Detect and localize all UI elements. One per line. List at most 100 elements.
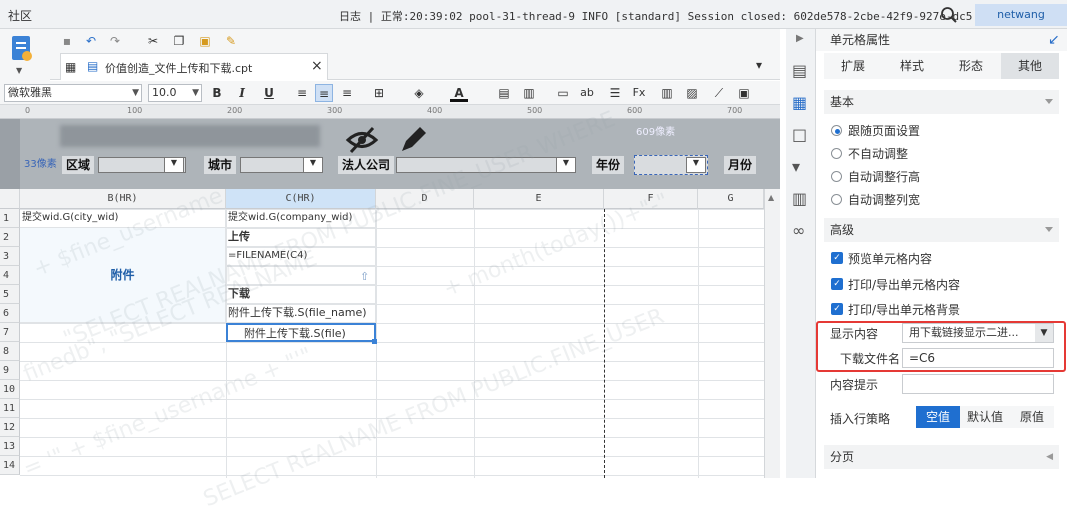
tab-other[interactable]: 其他 (1001, 53, 1059, 79)
cell-c1[interactable]: 提交wid.G(company_wid) (226, 209, 376, 228)
italic-button[interactable]: I (233, 84, 251, 102)
row-header[interactable]: 1 (0, 209, 20, 228)
column-header-c[interactable]: C(HR) (226, 189, 376, 209)
widget-icon[interactable]: ▾ (792, 157, 800, 176)
row-header[interactable]: 7 (0, 323, 20, 342)
font-color-icon[interactable]: A (450, 84, 468, 102)
checkbox-print-background[interactable]: ✓ (831, 303, 843, 315)
insert-option-default[interactable]: 默认值 (962, 406, 1008, 428)
format-painter-icon[interactable]: ✎ (222, 32, 240, 50)
condition-icon[interactable]: □ (792, 125, 807, 144)
fill-color-icon[interactable]: ◈ (410, 84, 428, 102)
column-header-b[interactable]: B(HR) (20, 189, 226, 209)
underline-button[interactable]: U (260, 84, 278, 102)
paste-icon[interactable]: ▣ (196, 32, 214, 50)
align-left-icon[interactable]: ≡ (293, 84, 311, 102)
cell-c4[interactable]: ⇧ (226, 266, 376, 285)
eye-hidden-icon[interactable] (345, 125, 379, 155)
row-header[interactable]: 12 (0, 418, 20, 437)
section-paging[interactable]: 分页 ◀ (824, 445, 1059, 469)
hyperlink-icon[interactable]: ∞ (792, 221, 805, 240)
bold-button[interactable]: B (208, 84, 226, 102)
chevron-down-icon[interactable]: ▼ (686, 157, 706, 173)
section-advanced[interactable]: 高级 (824, 218, 1059, 242)
cell-b-merged[interactable]: 附件 (20, 228, 226, 323)
row-header[interactable]: 3 (0, 247, 20, 266)
radio-follow-page[interactable] (831, 125, 842, 136)
radio-no-adjust[interactable] (831, 148, 842, 159)
section-basic[interactable]: 基本 (824, 90, 1059, 114)
redo-icon[interactable]: ↷ (106, 32, 124, 50)
align-right-icon[interactable]: ≡ (338, 84, 356, 102)
border-icon[interactable]: ⊞ (370, 84, 388, 102)
fill-handle[interactable] (372, 339, 377, 344)
row-header[interactable]: 14 (0, 456, 20, 475)
textbox-icon[interactable]: ▭ (554, 84, 572, 102)
corner-header[interactable] (0, 189, 20, 209)
font-size-select[interactable]: 10.0 ▼ (148, 84, 202, 102)
new-report-icon[interactable] (10, 34, 34, 64)
formula-icon[interactable]: Fx (630, 84, 648, 102)
chevron-right-icon[interactable]: ▶ (796, 33, 804, 44)
chevron-down-icon[interactable]: ▼ (303, 157, 323, 173)
save-icon[interactable]: ▪ (58, 32, 76, 50)
chevron-down-icon[interactable]: ▼ (16, 66, 22, 75)
row-header[interactable]: 8 (0, 342, 20, 361)
copy-icon[interactable]: ❐ (170, 32, 188, 50)
checkbox-print-content[interactable]: ✓ (831, 278, 843, 290)
cut-icon[interactable]: ✂ (144, 32, 162, 50)
slash-icon[interactable]: ⟋ (710, 84, 728, 102)
checkbox-preview[interactable]: ✓ (831, 252, 843, 264)
chevron-down-icon[interactable]: ▼ (556, 157, 576, 173)
radio-auto-col[interactable] (831, 194, 842, 205)
column-header-f[interactable]: F (604, 189, 698, 209)
window-menu-icon[interactable]: ▾ (756, 58, 762, 72)
cell-c7-selected[interactable]: 附件上传下载.S(file) (226, 323, 376, 342)
tab-form[interactable]: 形态 (942, 53, 1000, 79)
pencil-icon[interactable] (398, 125, 428, 155)
username-badge[interactable]: netwang (975, 4, 1067, 26)
row-header[interactable]: 2 (0, 228, 20, 247)
chevron-down-icon[interactable]: ▼ (164, 157, 184, 173)
font-family-select[interactable]: 微软雅黑 ▼ (4, 84, 142, 102)
chart-icon[interactable]: ▥ (658, 84, 676, 102)
row-header[interactable]: 6 (0, 304, 20, 323)
community-link[interactable]: 社区 (8, 7, 32, 24)
vertical-scrollbar[interactable]: ▲ (764, 189, 780, 478)
parameter-canvas[interactable]: 609像素 33像素 区域 ▼ 城市 ▼ 法人公司 ▼ 年份 ▼ 月份 (20, 119, 780, 189)
cell-element-icon[interactable]: ▤ (792, 61, 807, 80)
tab-close-button[interactable]: × (311, 58, 323, 74)
search-icon[interactable] (940, 6, 958, 24)
text-ab-icon[interactable]: ab (578, 84, 596, 102)
radio-auto-row[interactable] (831, 171, 842, 182)
cell-c5[interactable]: 下载 (226, 285, 376, 304)
tab-report-file[interactable]: ▦ ▤ 价值创造_文件上传和下载.cpt × (60, 53, 328, 80)
subreport-icon[interactable]: ▣ (735, 84, 753, 102)
undo-icon[interactable]: ↶ (82, 32, 100, 50)
cell-attribute-icon[interactable]: ▦ (792, 93, 807, 112)
cell-c6[interactable]: 附件上传下载.S(file_name) (226, 304, 376, 323)
insert-option-null[interactable]: 空值 (916, 406, 960, 428)
row-header[interactable]: 13 (0, 437, 20, 456)
column-header-g[interactable]: G (698, 189, 764, 209)
company-combo[interactable] (396, 157, 576, 173)
column-header-d[interactable]: D (376, 189, 474, 209)
row-header[interactable]: 11 (0, 399, 20, 418)
align-center-icon[interactable]: ≡ (315, 84, 333, 102)
image-icon[interactable]: ▨ (683, 84, 701, 102)
chevron-up-icon[interactable]: ▲ (768, 193, 774, 202)
tab-style[interactable]: 样式 (883, 53, 941, 79)
tooltip-input[interactable] (902, 374, 1054, 394)
column-header-e[interactable]: E (474, 189, 604, 209)
row-header[interactable]: 5 (0, 285, 20, 304)
cell-c2[interactable]: 上传 (226, 228, 376, 247)
expand-arrow-icon[interactable]: ↙ (1048, 32, 1060, 48)
row-header[interactable]: 4 (0, 266, 20, 285)
row-header[interactable]: 9 (0, 361, 20, 380)
merge-icon[interactable]: ▤ (495, 84, 513, 102)
insert-option-original[interactable]: 原值 (1010, 406, 1054, 428)
cell-c3[interactable]: =FILENAME(C4) (226, 247, 376, 266)
row-header[interactable]: 10 (0, 380, 20, 399)
spreadsheet-grid[interactable]: B(HR) C(HR) D E F G ▲ 1 2 3 4 5 6 7 8 9 … (0, 107, 780, 512)
list-icon[interactable]: ☰ (606, 84, 624, 102)
